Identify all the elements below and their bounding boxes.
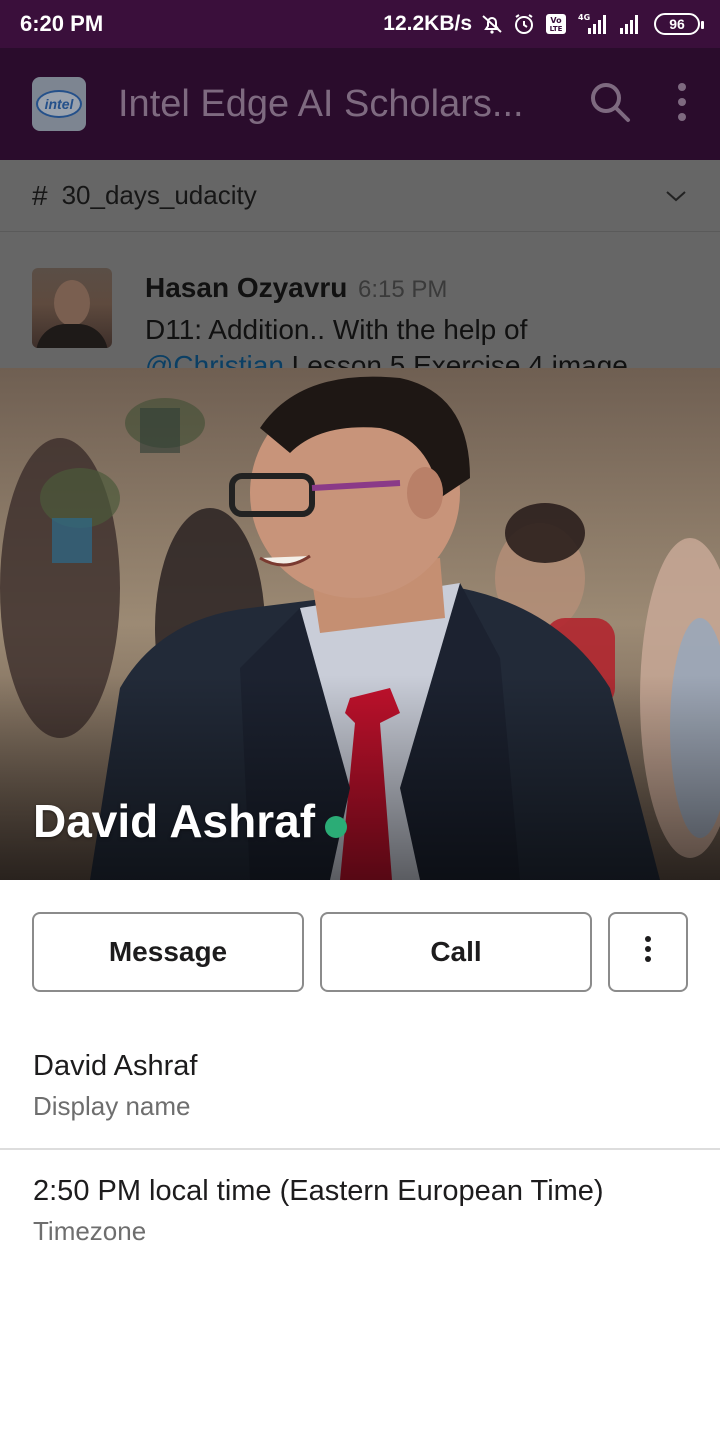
message-text-rest: Lesson 5 Exercise 4 image: [283, 350, 628, 368]
app-bar: intel Intel Edge AI Scholars...: [0, 48, 720, 160]
network-speed: 12.2KB/s: [383, 12, 472, 35]
status-icons: 12.2KB/s Vo LTE 4G 96: [383, 12, 704, 36]
message-button[interactable]: Message: [32, 912, 304, 992]
status-bar: 6:20 PM 12.2KB/s Vo LTE 4G 96: [0, 0, 720, 48]
chevron-down-icon[interactable]: [664, 180, 688, 211]
more-vert-icon[interactable]: [676, 82, 688, 127]
status-time: 6:20 PM: [20, 11, 104, 36]
svg-text:Vo: Vo: [550, 16, 562, 25]
message-text-line2: @Christian Lesson 5 Exercise 4 image: [145, 350, 628, 368]
display-name-value: David Ashraf: [33, 1050, 198, 1082]
message-list: Hasan Ozyavru 6:15 PM D11: Addition.. Wi…: [0, 232, 720, 368]
mute-bell-icon: [480, 12, 504, 36]
svg-text:LTE: LTE: [550, 25, 563, 33]
signal-icon: [618, 12, 646, 36]
profile-name: David Ashraf: [33, 795, 316, 847]
timezone-label: Timezone: [33, 1216, 147, 1246]
channel-header[interactable]: # 30_days_udacity: [0, 160, 720, 232]
display-name-label: Display name: [33, 1091, 191, 1121]
svg-text:4G: 4G: [578, 13, 590, 22]
display-name-field: David Ashraf Display name: [0, 1050, 720, 1148]
avatar[interactable]: [32, 268, 112, 348]
more-actions-button[interactable]: [608, 912, 688, 992]
profile-photo[interactable]: David Ashraf: [0, 368, 720, 880]
avatar-shirt: [36, 324, 108, 348]
timezone-value: 2:50 PM local time (Eastern European Tim…: [33, 1175, 604, 1207]
profile-actions: Message Call: [32, 912, 688, 992]
presence-indicator: [325, 816, 347, 838]
workspace-logo[interactable]: intel: [32, 77, 86, 131]
divider: [0, 1148, 720, 1150]
app-bar-actions: [588, 80, 688, 129]
more-vert-icon: [644, 935, 652, 970]
signal-4g-icon: 4G: [576, 12, 610, 36]
channel-hash-icon: #: [32, 179, 48, 211]
channel-name: 30_days_udacity: [61, 180, 257, 210]
avatar-face: [54, 280, 90, 326]
profile-screen: 6:20 PM 12.2KB/s Vo LTE 4G 96 intel Inte…: [0, 0, 720, 1440]
battery-icon: 96: [654, 13, 704, 35]
call-button[interactable]: Call: [320, 912, 592, 992]
search-icon[interactable]: [588, 80, 632, 129]
volte-icon: Vo LTE: [544, 12, 568, 36]
alarm-icon: [512, 12, 536, 36]
message-text: D11: Addition.. With the help of: [145, 314, 528, 345]
message-sender[interactable]: Hasan Ozyavru: [145, 272, 347, 304]
message-time: 6:15 PM: [358, 276, 448, 303]
workspace-title[interactable]: Intel Edge AI Scholars...: [118, 83, 528, 126]
timezone-field: 2:50 PM local time (Eastern European Tim…: [0, 1175, 720, 1247]
mention-link[interactable]: @Christian: [145, 350, 284, 368]
intel-logo: intel: [36, 90, 82, 118]
